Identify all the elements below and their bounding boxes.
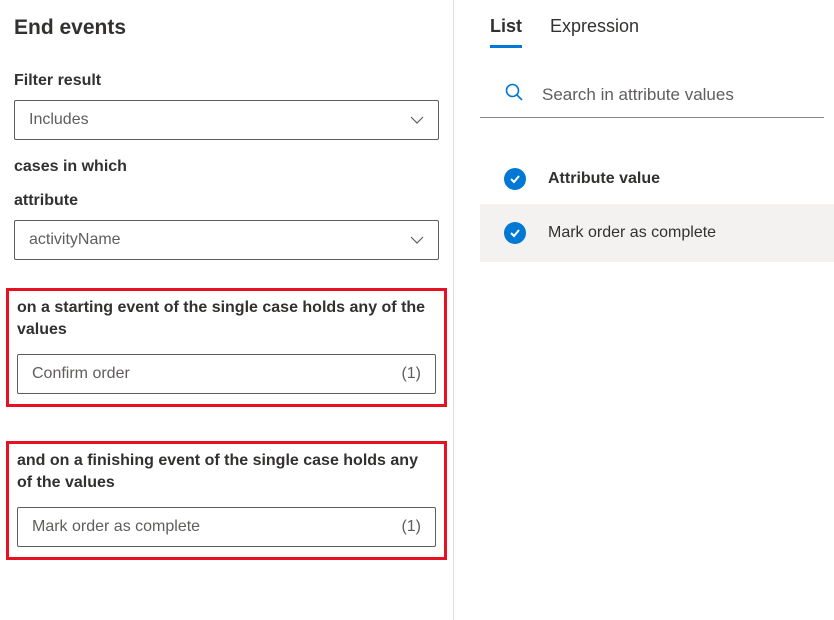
finishing-event-value-box[interactable]: Mark order as complete (1) <box>17 507 436 547</box>
attribute-value-header[interactable]: Attribute value <box>480 154 834 204</box>
vertical-divider <box>453 0 454 620</box>
attribute-value-item[interactable]: Mark order as complete <box>480 204 834 262</box>
tab-list[interactable]: List <box>490 16 522 48</box>
left-panel: End events Filter result Includes cases … <box>0 0 453 620</box>
attribute-select[interactable]: activityName <box>14 220 439 260</box>
tab-expression[interactable]: Expression <box>550 16 639 48</box>
starting-event-value-box[interactable]: Confirm order (1) <box>17 354 436 394</box>
starting-event-value: Confirm order <box>32 365 130 383</box>
finishing-event-block: and on a finishing event of the single c… <box>6 441 447 560</box>
finishing-event-count: (1) <box>401 518 421 536</box>
check-icon <box>504 168 526 190</box>
attribute-label: attribute <box>14 192 439 210</box>
right-panel: List Expression Attribute value Mark ord… <box>480 0 834 620</box>
check-icon <box>504 222 526 244</box>
finishing-event-value: Mark order as complete <box>32 518 200 536</box>
attribute-value-item-label: Mark order as complete <box>548 224 716 242</box>
filter-result-value: Includes <box>29 111 89 129</box>
page-title: End events <box>14 16 439 40</box>
chevron-down-icon <box>410 231 424 249</box>
attribute-value-header-label: Attribute value <box>548 170 660 188</box>
chevron-down-icon <box>410 111 424 129</box>
starting-event-count: (1) <box>401 365 421 383</box>
filter-result-label: Filter result <box>14 72 439 90</box>
filter-result-select[interactable]: Includes <box>14 100 439 140</box>
tabs: List Expression <box>480 16 834 48</box>
finishing-event-label: and on a finishing event of the single c… <box>17 450 436 495</box>
cases-text: cases in which <box>14 158 439 176</box>
search-icon <box>504 82 524 107</box>
search-row <box>480 74 824 118</box>
search-input[interactable] <box>542 85 814 105</box>
starting-event-label: on a starting event of the single case h… <box>17 297 436 342</box>
attribute-value: activityName <box>29 231 121 249</box>
starting-event-block: on a starting event of the single case h… <box>6 288 447 407</box>
